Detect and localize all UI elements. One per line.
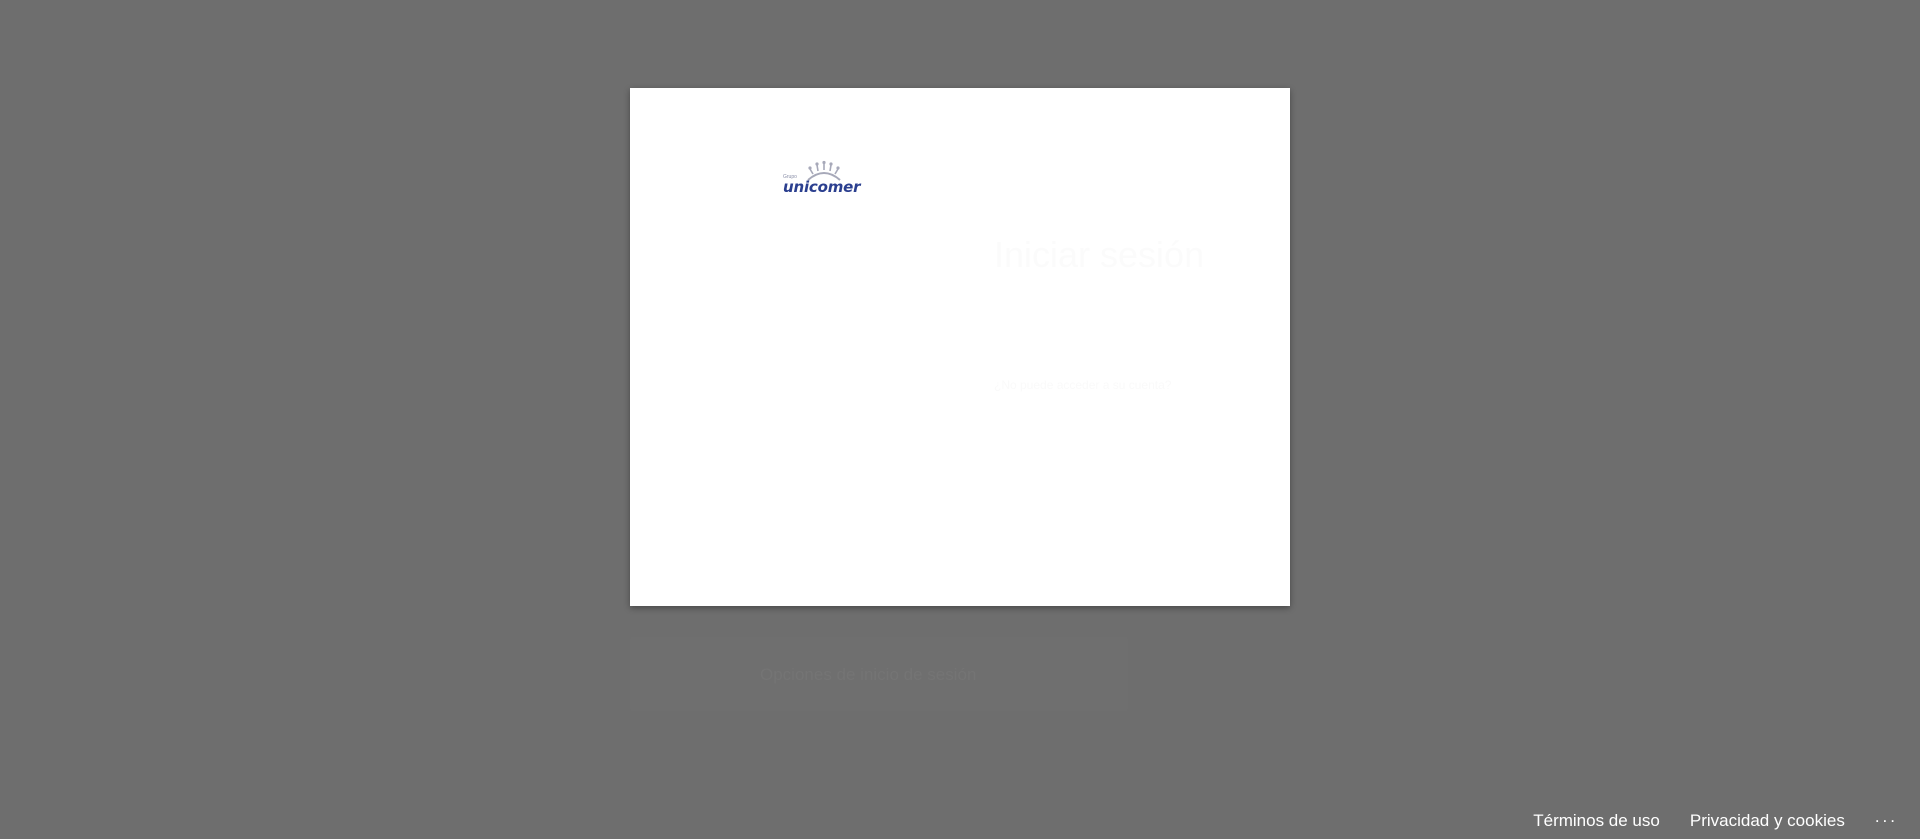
signin-card: Grupo unicomer Iniciar sesión ¿No puede … [630,88,1290,606]
footer: Términos de uso Privacidad y cookies ... [1503,807,1898,831]
signin-options-label: Opciones de inicio de sesión [760,665,977,684]
terms-link[interactable]: Términos de uso [1533,811,1660,831]
page: Grupo unicomer Iniciar sesión ¿No puede … [0,0,1920,839]
signin-title: Iniciar sesión [994,234,1205,275]
privacy-link[interactable]: Privacidad y cookies [1690,811,1845,831]
signin-options-button[interactable]: Opciones de inicio de sesión [630,637,1128,711]
more-options-icon[interactable]: ... [1875,807,1898,827]
logo-wordmark: unicomer [783,178,861,196]
unicomer-logo: Grupo unicomer [780,160,870,200]
cant-access-link[interactable]: ¿No puede acceder a su cuenta? [994,378,1171,392]
